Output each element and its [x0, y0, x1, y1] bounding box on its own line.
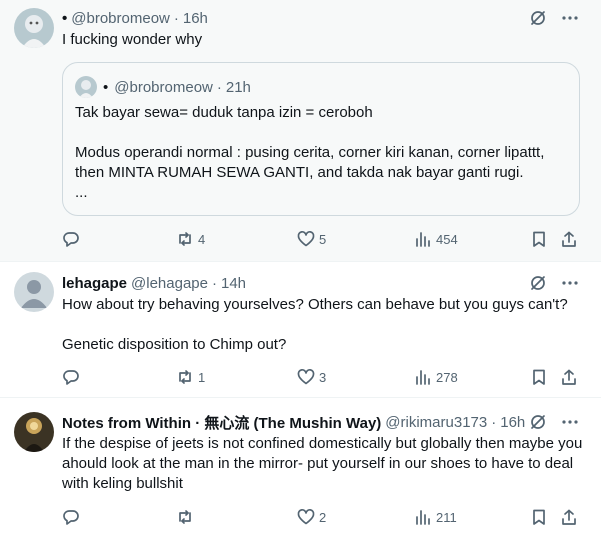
- repost-button[interactable]: 1: [176, 366, 205, 388]
- share-button[interactable]: [560, 506, 578, 528]
- like-count: 3: [319, 369, 327, 385]
- like-button[interactable]: 5: [297, 228, 326, 250]
- tweet-text: How about try behaving yourselves? Other…: [62, 296, 568, 353]
- display-name[interactable]: •: [62, 10, 67, 27]
- more-icon[interactable]: [561, 274, 579, 292]
- quote-avatar: [75, 76, 97, 98]
- views-count: 454: [436, 231, 458, 247]
- repost-icon: [179, 232, 191, 246]
- repost-icon: [179, 510, 191, 524]
- quote-header: • @brobromeow · 21h: [75, 76, 251, 98]
- grok-icon[interactable]: [529, 413, 547, 431]
- tweet-text: I fucking wonder why: [62, 31, 203, 48]
- bookmark-icon: [533, 231, 545, 247]
- separator: ·: [173, 9, 179, 27]
- grok-icon[interactable]: [529, 9, 547, 27]
- share-button[interactable]: [560, 366, 578, 388]
- repost-count: 1: [198, 369, 206, 385]
- reply-icon: [63, 370, 79, 385]
- display-name[interactable]: lehagape: [62, 275, 127, 292]
- timestamp[interactable]: 16h: [183, 10, 208, 27]
- handle[interactable]: @brobromeow: [71, 10, 170, 27]
- tweet-tools: [529, 8, 579, 28]
- views-icon: [416, 510, 430, 525]
- like-icon: [297, 509, 315, 525]
- tweet-header: lehagape @lehagape · 14h: [62, 273, 246, 293]
- quote-timestamp: 21h: [225, 78, 251, 96]
- reply-icon: [63, 510, 79, 525]
- reply-button[interactable]: [62, 506, 84, 528]
- share-button[interactable]: [560, 228, 578, 250]
- views-button[interactable]: 211: [414, 506, 457, 528]
- like-icon: [297, 369, 315, 385]
- action-bar: 4 5 454: [62, 228, 582, 250]
- views-icon: [416, 232, 430, 247]
- action-bar: 1 3 278: [62, 366, 582, 388]
- like-button[interactable]: 2: [297, 506, 326, 528]
- views-button[interactable]: 278: [414, 366, 458, 388]
- quote-handle: @brobromeow: [114, 78, 213, 96]
- reply-button[interactable]: [62, 228, 84, 250]
- reply-button[interactable]: [62, 366, 84, 388]
- tweet-text: If the despise of jeets is not confined …: [62, 435, 583, 492]
- quote-text: Tak bayar sewa= duduk tanpa izin = cerob…: [75, 104, 545, 201]
- timestamp[interactable]: 14h: [221, 275, 246, 292]
- grok-icon[interactable]: [529, 274, 547, 292]
- repost-icon: [179, 370, 191, 384]
- share-icon: [562, 231, 576, 247]
- separator: ·: [212, 274, 217, 292]
- quote-separator: ·: [216, 78, 222, 96]
- like-button[interactable]: 3: [297, 366, 326, 388]
- tweet[interactable]: Notes from Within · 無心流 (The Mushin Way)…: [0, 398, 601, 540]
- bookmark-button[interactable]: [530, 228, 548, 250]
- avatar[interactable]: [14, 8, 54, 48]
- tweet-header: Notes from Within · 無心流 (The Mushin Way)…: [62, 412, 525, 432]
- display-name[interactable]: Notes from Within · 無心流 (The Mushin Way): [62, 412, 381, 433]
- reply-icon: [63, 232, 79, 247]
- repost-button[interactable]: [176, 506, 198, 528]
- avatar[interactable]: [14, 272, 54, 312]
- avatar[interactable]: [14, 412, 54, 452]
- views-count: 211: [436, 509, 457, 525]
- quoted-tweet[interactable]: • @brobromeow · 21h Tak bayar sewa= dudu…: [62, 62, 580, 216]
- like-icon: [297, 231, 315, 247]
- timestamp[interactable]: 16h: [500, 414, 525, 431]
- views-icon: [416, 370, 430, 385]
- share-icon: [562, 369, 576, 385]
- like-count: 2: [319, 509, 327, 525]
- bookmark-icon: [533, 509, 545, 525]
- quote-display-name: •: [103, 78, 109, 96]
- separator: ·: [491, 413, 497, 431]
- tweet-header: • @brobromeow · 16h: [62, 8, 208, 28]
- tweet-tools: [529, 273, 579, 293]
- handle[interactable]: @lehagape: [131, 275, 208, 292]
- bookmark-button[interactable]: [530, 506, 548, 528]
- tweet[interactable]: • @brobromeow · 16h I fucking wonder why…: [0, 0, 601, 262]
- repost-button[interactable]: 4: [176, 228, 205, 250]
- bookmark-icon: [533, 369, 545, 385]
- more-icon[interactable]: [561, 413, 579, 431]
- share-icon: [562, 509, 576, 525]
- tweet-tools: [529, 412, 579, 432]
- handle[interactable]: @rikimaru3173: [385, 414, 487, 431]
- bookmark-button[interactable]: [530, 366, 548, 388]
- tweet[interactable]: lehagape @lehagape · 14h How about try b…: [0, 262, 601, 398]
- views-button[interactable]: 454: [414, 228, 458, 250]
- more-icon[interactable]: [561, 9, 579, 27]
- views-count: 278: [436, 369, 458, 385]
- repost-count: 4: [198, 231, 206, 247]
- action-bar: 2 211: [62, 506, 582, 528]
- like-count: 5: [319, 231, 327, 247]
